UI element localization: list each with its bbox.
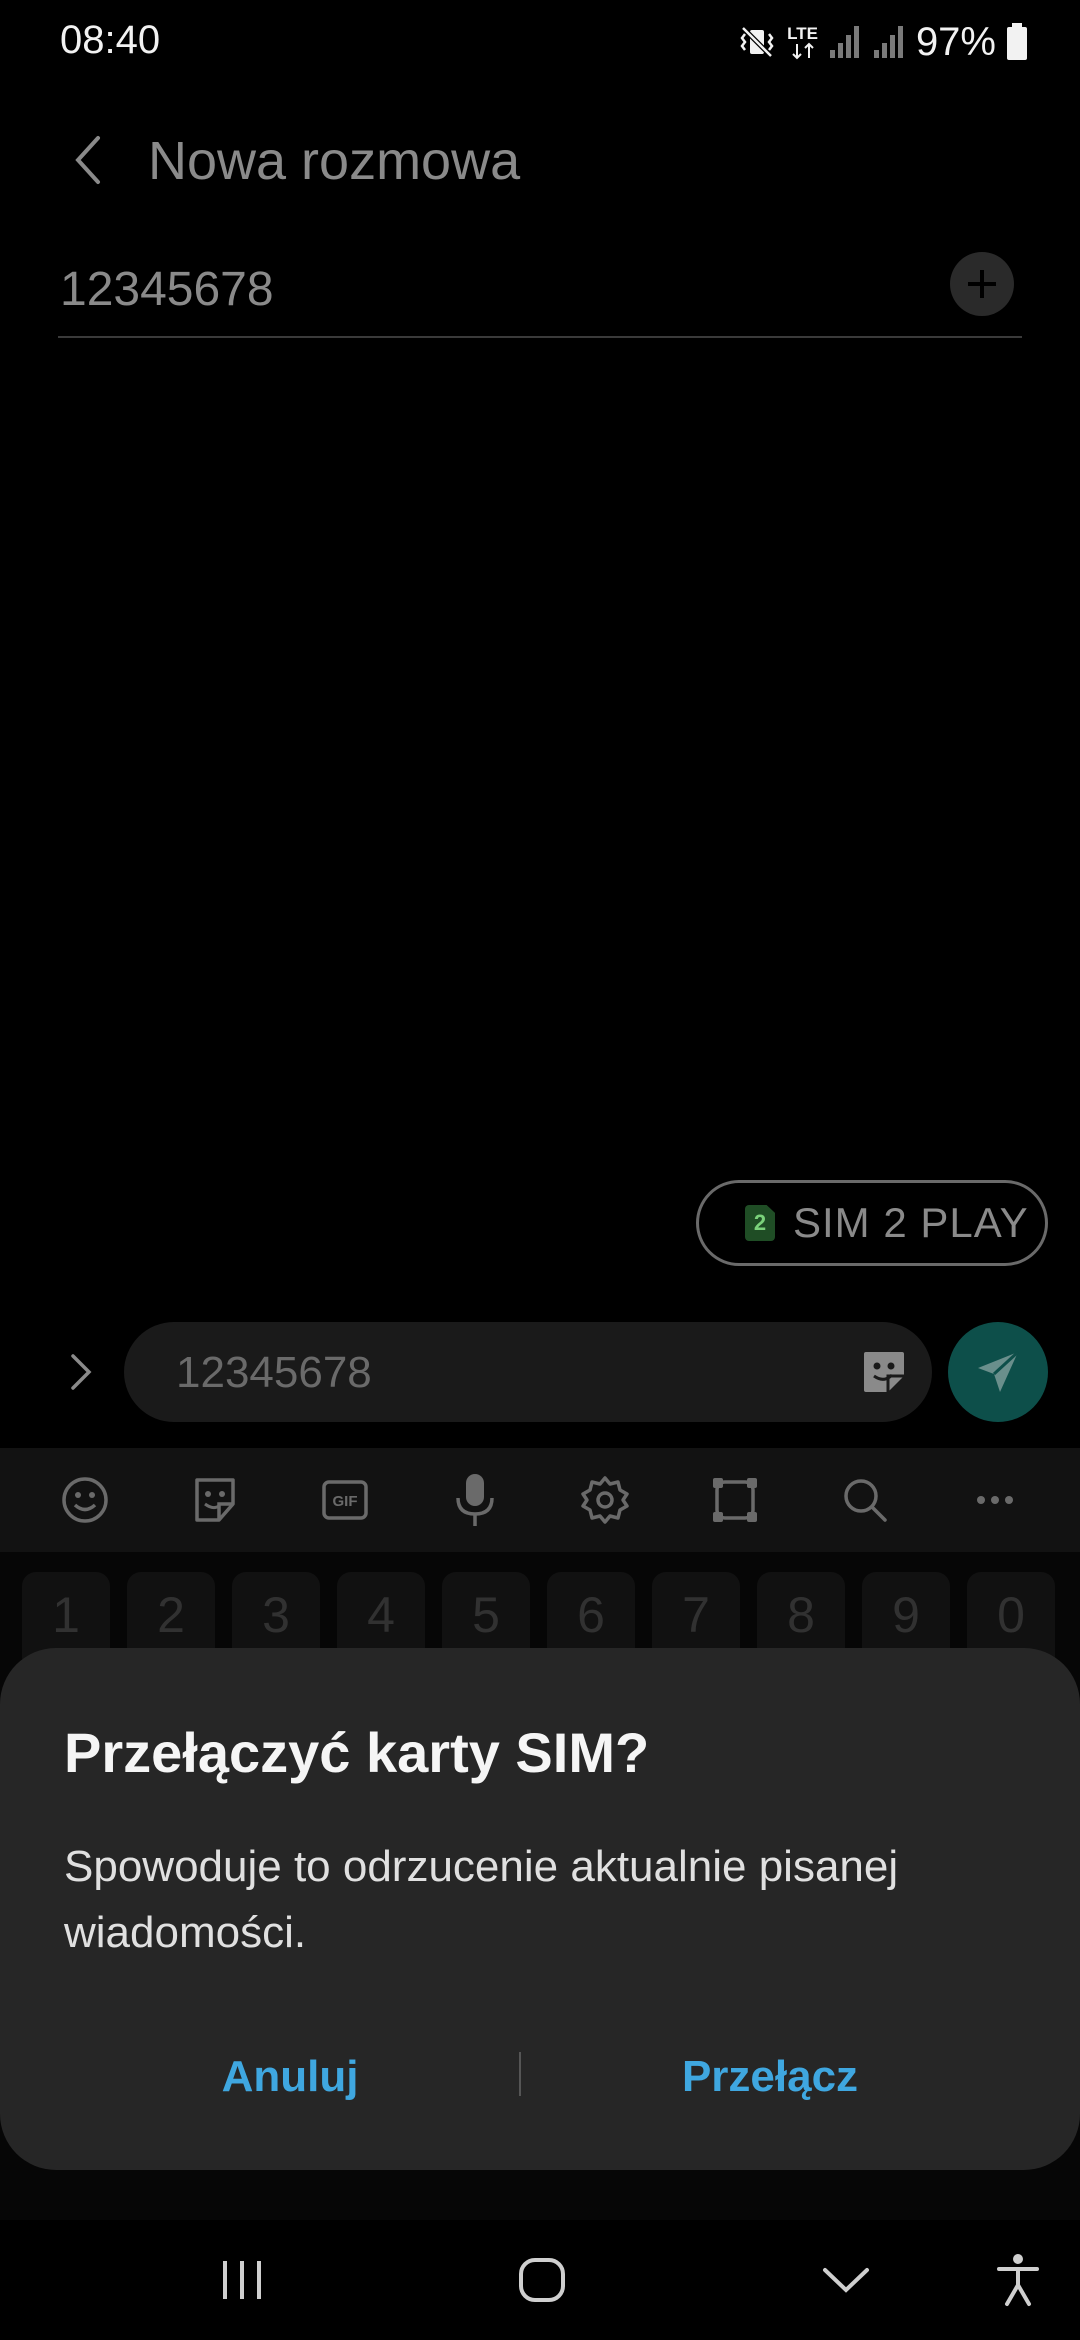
add-recipient-button[interactable] — [950, 252, 1014, 316]
more-icon[interactable] — [965, 1470, 1025, 1530]
cancel-button[interactable]: Anuluj — [190, 2052, 390, 2102]
network-type: LTE — [787, 23, 818, 43]
compose-row: 12345678 — [0, 1322, 1080, 1422]
status-icons: LTE 97% — [737, 18, 1028, 66]
sim-selector-chip[interactable]: 2 SIM 2 PLAY — [696, 1180, 1048, 1266]
dialog-message: Spowoduje to odrzucenie aktualnie pisane… — [64, 1842, 899, 1957]
back-button[interactable] — [56, 128, 120, 192]
gif-icon[interactable]: GIF — [315, 1470, 375, 1530]
search-icon[interactable] — [835, 1470, 895, 1530]
sticker-button[interactable] — [858, 1346, 910, 1398]
home-button[interactable] — [502, 2250, 582, 2310]
microphone-icon[interactable] — [445, 1470, 505, 1530]
sticker-icon — [864, 1352, 904, 1392]
status-time: 08:40 — [60, 18, 161, 62]
message-text[interactable]: 12345678 — [176, 1348, 372, 1398]
battery-percent: 97% — [915, 19, 996, 64]
dialog-title: Przełączyć karty SIM? — [64, 1721, 650, 1784]
home-icon — [519, 2258, 565, 2302]
button-divider — [519, 2052, 521, 2096]
send-icon — [978, 1350, 1020, 1392]
chevron-right-icon — [71, 1354, 92, 1390]
header: Nowa rozmowa — [0, 110, 1080, 210]
recent-apps-button[interactable] — [202, 2250, 282, 2310]
lte-icon: LTE — [787, 25, 818, 60]
resize-icon[interactable] — [705, 1470, 765, 1530]
hide-keyboard-button[interactable] — [806, 2250, 886, 2310]
sticker-icon[interactable] — [185, 1470, 245, 1530]
send-button[interactable] — [948, 1322, 1048, 1422]
recipient-value[interactable]: 12345678 — [60, 262, 274, 317]
chevron-down-icon — [823, 2268, 869, 2293]
settings-icon[interactable] — [575, 1470, 635, 1530]
switch-button[interactable]: Przełącz — [640, 2052, 900, 2102]
accessibility-button[interactable] — [978, 2250, 1058, 2310]
signal-sim1-icon — [828, 24, 862, 60]
keyboard-toolbar: GIF — [0, 1448, 1080, 1552]
recipient-field[interactable]: 12345678 — [58, 240, 1022, 338]
navigation-bar — [0, 2220, 1080, 2340]
accessibility-icon — [997, 2254, 1039, 2306]
sim-card-icon: 2 — [745, 1205, 775, 1241]
sim-label: SIM 2 PLAY — [793, 1199, 1029, 1246]
message-input[interactable]: 12345678 — [124, 1322, 932, 1422]
page-title: Nowa rozmowa — [148, 131, 521, 191]
status-bar: 08:40 LTE 97% — [0, 0, 1080, 84]
battery-icon — [1006, 23, 1028, 61]
chevron-left-icon — [75, 136, 100, 184]
vibrate-mute-icon — [737, 22, 777, 62]
gif-label: GIF — [333, 1493, 358, 1510]
signal-sim2-icon — [872, 24, 906, 60]
switch-sim-dialog: Przełączyć karty SIM? Spowoduje to odrzu… — [0, 1648, 1080, 2170]
dialog-actions: Anuluj Przełącz — [0, 2038, 1080, 2128]
expand-button[interactable] — [50, 1342, 110, 1402]
emoji-icon[interactable] — [55, 1470, 115, 1530]
plus-icon — [968, 270, 996, 298]
recent-apps-icon — [223, 2261, 261, 2299]
